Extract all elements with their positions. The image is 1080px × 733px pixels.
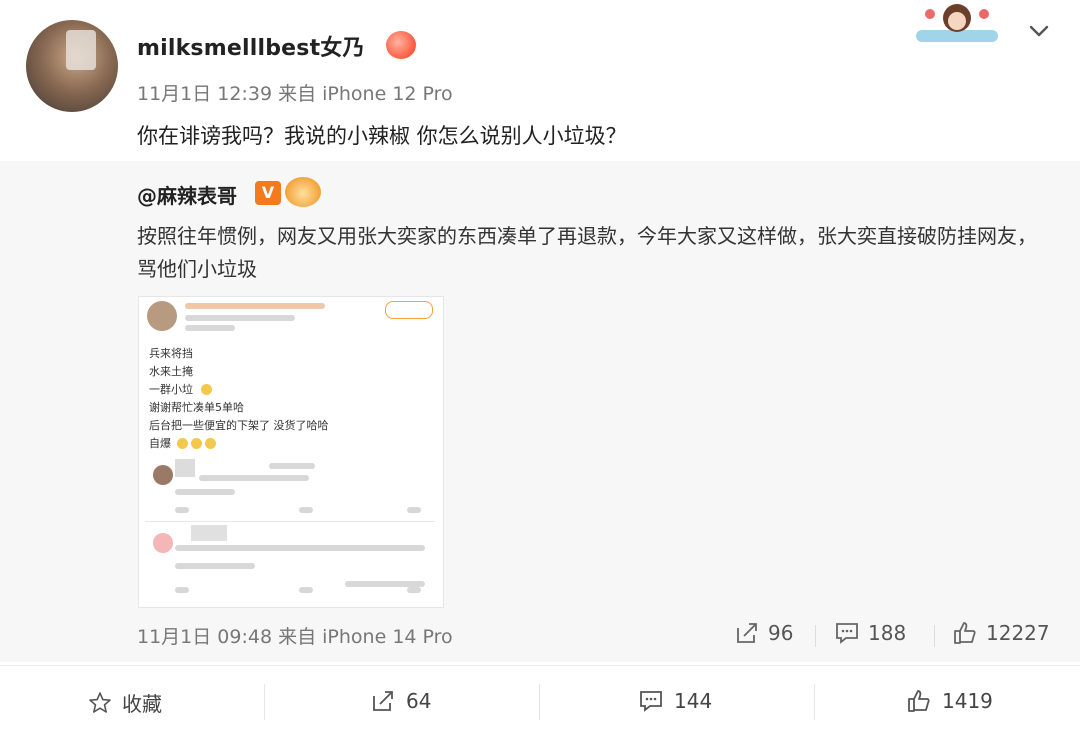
chevron-down-icon[interactable] <box>1024 16 1054 46</box>
embedded-screenshot-image[interactable]: 兵来将挡 水来土掩 一群小垃 谢谢帮忙凑单5单哈 后台把一些便宜的下架了 没货了… <box>138 296 444 608</box>
divider <box>539 684 540 720</box>
repost-share-button[interactable]: 96 <box>734 620 793 646</box>
repost-like-count: 12227 <box>986 621 1050 645</box>
star-icon <box>89 691 111 713</box>
repost-share-count: 96 <box>768 621 794 645</box>
share-button[interactable]: 64 <box>370 688 431 714</box>
favorite-label: 收藏 <box>122 692 162 716</box>
share-icon <box>737 623 757 643</box>
screenshot-line: 自爆 <box>149 437 171 450</box>
screenshot-line: 水来土掩 <box>149 365 193 378</box>
crown-badge-icon <box>285 177 321 207</box>
divider <box>814 684 815 720</box>
favorite-button[interactable]: 收藏 <box>88 688 162 717</box>
comment-button[interactable]: 144 <box>638 688 712 714</box>
repost-meta: 11月1日 09:48 来自 iPhone 14 Pro <box>137 626 453 648</box>
post-username[interactable]: milksmelllbest女乃 <box>137 30 365 62</box>
share-count: 64 <box>406 689 432 713</box>
like-button[interactable]: 1419 <box>906 688 993 714</box>
repost-comment-count: 188 <box>868 621 907 645</box>
post-text: 你在诽谤我吗？我说的小辣椒 你怎么说别人小垃圾？ <box>137 124 627 148</box>
like-count: 1419 <box>942 689 993 713</box>
divider <box>934 625 935 647</box>
comment-count: 144 <box>674 689 713 713</box>
vip-level-icon <box>386 31 416 59</box>
repost-text: 按照往年惯例，网友又用张大奕家的东西凑单了再退款，今年大家又这样做，张大奕直接破… <box>137 224 1037 281</box>
screenshot-line: 兵来将挡 <box>149 347 193 360</box>
divider <box>264 684 265 720</box>
repost-comment-button[interactable]: 188 <box>834 620 906 646</box>
decoration-sticker-icon <box>916 4 998 42</box>
repost-username[interactable]: @麻辣表哥 <box>137 180 237 209</box>
screenshot-line: 后台把一些便宜的下架了 没货了哈哈 <box>149 419 329 432</box>
thumbs-up-icon <box>954 622 976 644</box>
divider <box>815 625 816 647</box>
comment-icon <box>640 691 662 712</box>
comment-icon <box>836 623 858 644</box>
thumbs-up-icon <box>908 690 930 712</box>
avatar[interactable] <box>26 20 118 112</box>
verified-badge-icon: V <box>255 181 281 205</box>
post-meta: 11月1日 12:39 来自 iPhone 12 Pro <box>137 83 453 105</box>
share-icon <box>373 691 393 711</box>
screenshot-line: 一群小垃 <box>149 383 193 396</box>
repost-like-button[interactable]: 12227 <box>952 620 1050 646</box>
screenshot-line: 谢谢帮忙凑单5单哈 <box>149 401 244 414</box>
